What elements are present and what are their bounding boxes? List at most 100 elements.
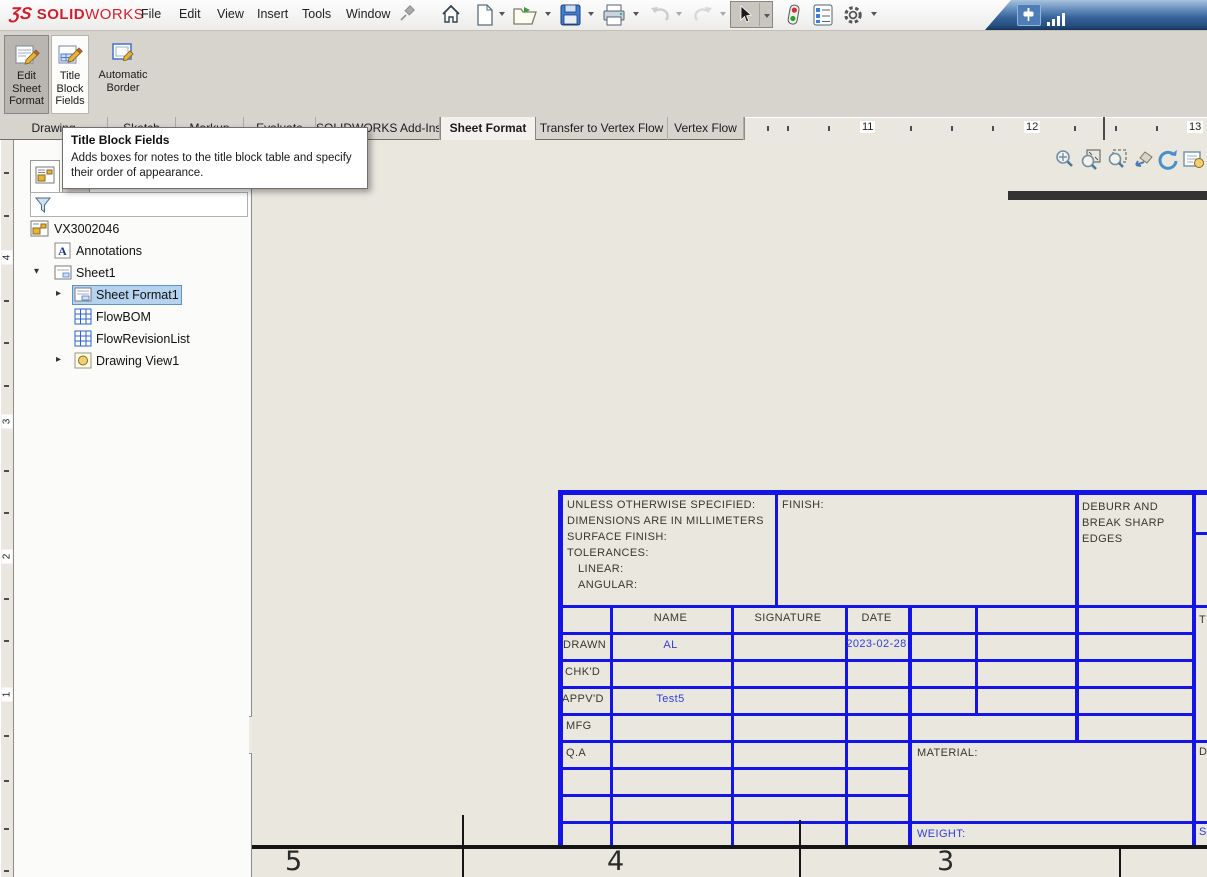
- sheet-icon: [54, 264, 72, 285]
- redo-dropdown-icon: [720, 12, 726, 16]
- grid-line: [558, 821, 1207, 824]
- tab-sheet-format[interactable]: Sheet Format: [440, 117, 536, 140]
- grid-line: [558, 686, 1192, 689]
- tb-header-date: DATE: [845, 612, 908, 624]
- home-icon[interactable]: [440, 3, 464, 27]
- print-dropdown-icon[interactable]: [633, 12, 639, 16]
- open-icon[interactable]: [512, 3, 536, 27]
- tb-row-label: MFG: [566, 720, 592, 732]
- ruler-tick: [4, 385, 9, 387]
- grid-line: [558, 713, 1192, 716]
- title-block-fields-label: Title Block Fields: [55, 70, 84, 107]
- new-document-icon[interactable]: [476, 3, 500, 27]
- drawing-view-icon: [74, 352, 92, 373]
- tb-drawn-name-field[interactable]: AL: [610, 639, 731, 651]
- tree-filter-input[interactable]: [55, 194, 243, 215]
- options-dropdown-icon[interactable]: [871, 12, 877, 16]
- ruler-tick: [4, 598, 9, 600]
- ruler-tick: [767, 126, 769, 131]
- workspace: 4 3 2 1 VX3002046: [0, 140, 1207, 877]
- automatic-border-button[interactable]: Automatic Border: [92, 35, 154, 114]
- ruler-number: 2: [2, 550, 13, 564]
- ruler-number: 1: [2, 688, 13, 702]
- tb-note: TOLERANCES:: [567, 547, 649, 559]
- zoom-to-selection-icon[interactable]: [1105, 148, 1129, 172]
- ruler-number: 13: [1187, 121, 1203, 133]
- ruler-tick: [4, 735, 9, 737]
- tb-header-name: NAME: [610, 612, 731, 624]
- ruler-tick: [4, 640, 9, 642]
- filter-funnel-icon: [34, 195, 52, 215]
- view-settings-icon[interactable]: [1182, 148, 1206, 172]
- ruler-tick: [4, 780, 9, 782]
- tb-row-label: APPV'D: [562, 693, 604, 705]
- svg-text:A: A: [58, 244, 67, 258]
- new-dropdown-icon[interactable]: [499, 12, 505, 16]
- select-dropdown-icon[interactable]: [764, 14, 770, 18]
- tb-drawn-date-field[interactable]: 2023-02-28: [843, 638, 910, 650]
- menubar: ƷSSOLIDWORKS File Edit View Insert Tools…: [0, 0, 1207, 30]
- tree-filter: [30, 192, 248, 217]
- zoom-to-area-icon[interactable]: [1079, 148, 1103, 172]
- redo-icon: [691, 3, 715, 27]
- grid-line: [558, 490, 1207, 495]
- menu-edit[interactable]: Edit: [179, 7, 201, 21]
- tb-note: DIMENSIONS ARE IN MILLIMETERS: [567, 515, 764, 527]
- grid-line: [1196, 532, 1207, 535]
- tb-appvd-name-field[interactable]: Test5: [610, 693, 731, 705]
- tab-vertex-flow[interactable]: Vertex Flow: [668, 117, 744, 140]
- ruler-tick: [951, 126, 953, 131]
- ruler-tick: [828, 126, 830, 131]
- ruler-number: 12: [1024, 121, 1040, 133]
- select-tool-button[interactable]: [730, 1, 773, 28]
- titlebar-corner: [985, 0, 1207, 30]
- zoom-to-fit-icon[interactable]: [1053, 148, 1077, 172]
- save-dropdown-icon[interactable]: [588, 12, 594, 16]
- zone-number: 4: [607, 846, 624, 877]
- expanded-caret-icon[interactable]: ▾: [34, 266, 39, 277]
- previous-view-icon[interactable]: [1131, 148, 1155, 172]
- sheet-zone-divider: [799, 820, 801, 877]
- grid-line: [775, 490, 778, 605]
- tab-transfer-to-vertex-flow[interactable]: Transfer to Vertex Flow: [536, 117, 668, 140]
- design-tree-display-icon[interactable]: [812, 3, 836, 27]
- collapsed-caret-icon[interactable]: ▸: [56, 354, 61, 365]
- ruler-number: 4: [2, 251, 13, 265]
- grid-line: [558, 605, 1207, 608]
- open-dropdown-icon[interactable]: [545, 12, 551, 16]
- menu-file[interactable]: File: [141, 7, 161, 21]
- ruler-tick: [4, 215, 9, 217]
- collapsed-caret-icon[interactable]: ▸: [56, 288, 61, 299]
- options-gear-icon[interactable]: [841, 3, 865, 27]
- feature-tree-tab[interactable]: [30, 160, 60, 192]
- pin-taskpane-icon[interactable]: [1017, 4, 1041, 26]
- edit-sheet-format-button[interactable]: Edit Sheet Format: [4, 35, 49, 114]
- traffic-light-icon[interactable]: [783, 3, 807, 27]
- save-icon[interactable]: [559, 3, 583, 27]
- graphics-area[interactable]: UNLESS OTHERWISE SPECIFIED: DIMENSIONS A…: [252, 140, 1207, 877]
- print-icon[interactable]: [602, 3, 626, 27]
- tb-row-label: Q.A: [566, 747, 586, 759]
- feature-manager-panel: VX3002046 A Annotations ▾ Sheet1 ▸: [14, 140, 252, 877]
- ruler-tick: [1115, 126, 1117, 131]
- ruler-tick: [4, 870, 9, 872]
- ruler-number: 11: [860, 121, 875, 133]
- ruler-tick: [4, 470, 9, 472]
- menu-insert[interactable]: Insert: [257, 7, 288, 21]
- menu-window[interactable]: Window: [346, 7, 390, 21]
- grid-line: [558, 632, 1192, 635]
- tooltip-title: Title Block Fields: [71, 133, 359, 147]
- grid-line: [731, 605, 734, 846]
- signal-bars-icon[interactable]: [1047, 8, 1067, 26]
- table-icon: [74, 330, 92, 351]
- title-block-fields-button[interactable]: Title Block Fields: [51, 35, 89, 114]
- tb-scale-label-cut: S: [1199, 826, 1207, 838]
- tb-dwg-label-cut: D: [1199, 746, 1207, 758]
- menu-view[interactable]: View: [217, 7, 244, 21]
- refresh-view-icon[interactable]: [1156, 148, 1180, 172]
- menu-tools[interactable]: Tools: [302, 7, 331, 21]
- ribbon: Edit Sheet Format Title Block Fields Aut…: [0, 30, 1207, 117]
- ruler-tick: [787, 126, 789, 131]
- pin-menu-icon[interactable]: [398, 5, 422, 29]
- tb-finish-label: FINISH:: [782, 499, 824, 511]
